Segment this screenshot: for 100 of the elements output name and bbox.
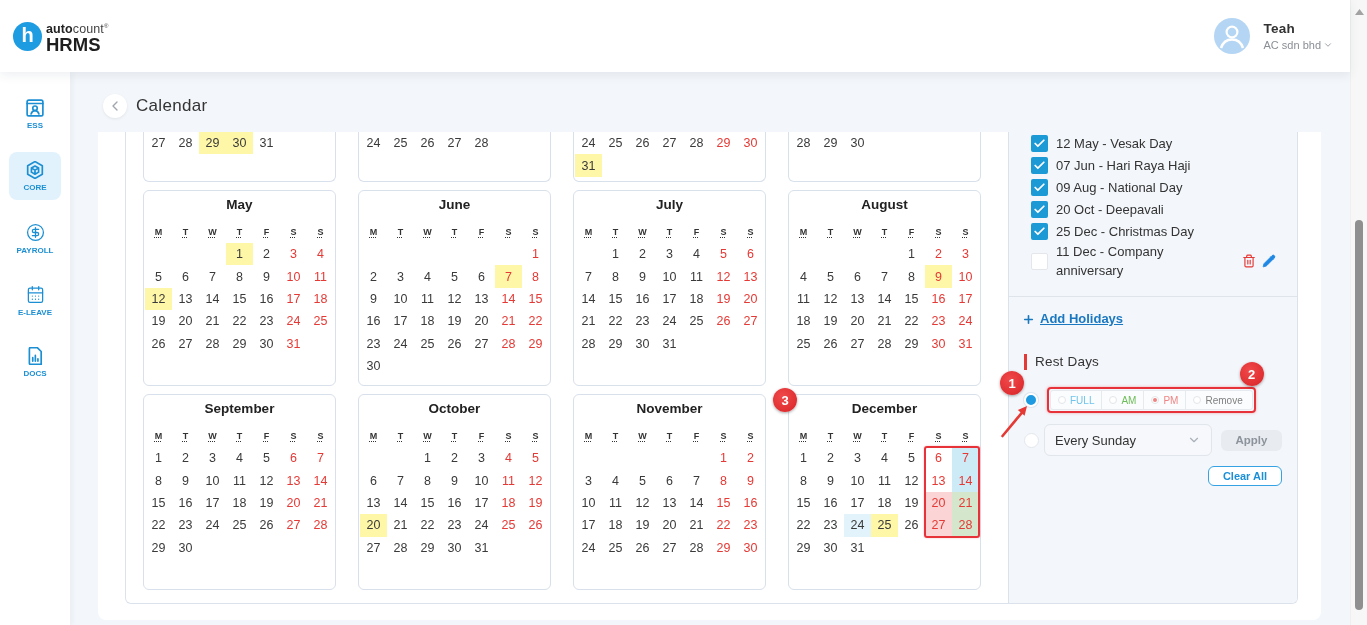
calendar-day[interactable]: 3 <box>952 243 979 266</box>
calendar-day[interactable]: 22 <box>710 514 737 537</box>
calendar-day[interactable]: 28 <box>683 536 710 559</box>
calendar-day[interactable]: 17 <box>468 491 495 515</box>
calendar-day[interactable]: 1 <box>226 243 253 266</box>
calendar-day[interactable]: 31 <box>280 332 307 355</box>
add-holidays-link[interactable]: Add Holidays <box>1022 310 1124 328</box>
calendar-day[interactable]: 16 <box>441 491 468 515</box>
calendar-day[interactable]: 13 <box>844 287 871 311</box>
calendar-day[interactable]: 6 <box>468 265 495 288</box>
calendar-day[interactable]: 18 <box>790 310 817 333</box>
calendar-day[interactable]: 29 <box>710 132 737 155</box>
calendar-day[interactable]: 5 <box>710 243 737 266</box>
calendar-day[interactable]: 10 <box>387 287 414 311</box>
calendar-day[interactable]: 27 <box>441 132 468 155</box>
calendar-day[interactable]: 4 <box>226 447 253 470</box>
calendar-day[interactable]: 17 <box>387 310 414 333</box>
calendar-day[interactable]: 27 <box>737 310 764 333</box>
calendar-day[interactable]: 28 <box>199 332 226 355</box>
calendar-day[interactable]: 25 <box>495 514 522 537</box>
calendar-day[interactable]: 8 <box>414 469 441 492</box>
calendar-day[interactable]: 19 <box>145 310 172 333</box>
calendar-day[interactable]: 22 <box>898 310 925 333</box>
calendar-day[interactable]: 5 <box>817 265 844 288</box>
calendar-day[interactable]: 13 <box>656 491 683 515</box>
calendar-day[interactable]: 1 <box>414 447 441 470</box>
calendar-day[interactable]: 7 <box>307 447 334 470</box>
calendar-day[interactable]: 27 <box>468 332 495 355</box>
calendar-day[interactable]: 12 <box>629 491 656 515</box>
calendar-day[interactable]: 24 <box>280 310 307 333</box>
calendar-day[interactable]: 31 <box>952 332 979 355</box>
calendar-day[interactable]: 2 <box>172 447 199 470</box>
calendar-day[interactable]: 16 <box>925 287 952 311</box>
calendar-day[interactable]: 14 <box>495 287 522 311</box>
calendar-day[interactable]: 11 <box>683 265 710 288</box>
calendar-day[interactable]: 16 <box>172 491 199 515</box>
calendar-day[interactable]: 14 <box>387 491 414 515</box>
calendar-day[interactable]: 21 <box>387 514 414 537</box>
calendar-day[interactable]: 11 <box>790 287 817 311</box>
calendar-day[interactable]: 10 <box>656 265 683 288</box>
clear-all-button[interactable]: Clear All <box>1208 466 1282 486</box>
calendar-day[interactable]: 26 <box>629 132 656 155</box>
calendar-day[interactable]: 15 <box>414 491 441 515</box>
calendar-day[interactable]: 26 <box>145 332 172 355</box>
calendar-day[interactable]: 25 <box>871 514 898 537</box>
calendar-day[interactable]: 21 <box>871 310 898 333</box>
calendar-day[interactable]: 12 <box>253 469 280 492</box>
calendar-day[interactable]: 9 <box>253 265 280 288</box>
calendar-day[interactable]: 26 <box>414 132 441 155</box>
calendar-day[interactable]: 8 <box>710 469 737 492</box>
calendar-day[interactable]: 4 <box>683 243 710 266</box>
calendar-day[interactable]: 26 <box>710 310 737 333</box>
calendar-day[interactable]: 29 <box>602 332 629 355</box>
calendar-day[interactable]: 1 <box>710 447 737 470</box>
calendar-day[interactable]: 30 <box>844 132 871 155</box>
calendar-day[interactable]: 28 <box>387 536 414 559</box>
calendar-day[interactable]: 6 <box>360 469 387 492</box>
calendar-day[interactable]: 11 <box>414 287 441 311</box>
calendar-day[interactable]: 4 <box>790 265 817 288</box>
calendar-day[interactable]: 24 <box>387 332 414 355</box>
calendar-day[interactable]: 25 <box>414 332 441 355</box>
calendar-day[interactable]: 27 <box>172 332 199 355</box>
calendar-day[interactable]: 3 <box>280 243 307 266</box>
calendar-day[interactable]: 30 <box>925 332 952 355</box>
calendar-day[interactable]: 30 <box>629 332 656 355</box>
calendar-day[interactable]: 9 <box>629 265 656 288</box>
calendar-day[interactable]: 31 <box>253 132 280 155</box>
calendar-day[interactable]: 2 <box>817 447 844 470</box>
calendar-day[interactable]: 6 <box>737 243 764 266</box>
calendar-day[interactable]: 1 <box>898 243 925 266</box>
calendar-day[interactable]: 18 <box>683 287 710 311</box>
calendar-day[interactable]: 8 <box>522 265 549 288</box>
calendar-day[interactable]: 29 <box>898 332 925 355</box>
calendar-day[interactable]: 5 <box>898 447 925 470</box>
calendar-day[interactable]: 2 <box>629 243 656 266</box>
calendar-day[interactable]: 9 <box>441 469 468 492</box>
calendar-day[interactable]: 16 <box>360 310 387 333</box>
calendar-day[interactable]: 13 <box>280 469 307 492</box>
calendar-day[interactable]: 13 <box>172 287 199 311</box>
calendar-day[interactable]: 30 <box>441 536 468 559</box>
calendar-day[interactable]: 13 <box>468 287 495 311</box>
calendar-day[interactable]: 27 <box>280 514 307 537</box>
calendar-day[interactable]: 8 <box>790 469 817 492</box>
calendar-day[interactable]: 12 <box>145 287 172 311</box>
calendar-day[interactable]: 14 <box>871 287 898 311</box>
calendar-day[interactable]: 25 <box>683 310 710 333</box>
calendar-day[interactable]: 29 <box>790 536 817 559</box>
checkbox[interactable] <box>1031 200 1048 218</box>
calendar-day[interactable]: 23 <box>817 514 844 537</box>
calendar-day[interactable]: 21 <box>575 310 602 333</box>
calendar-day[interactable]: 26 <box>898 514 925 537</box>
calendar-day[interactable]: 23 <box>441 514 468 537</box>
calendar-day[interactable]: 19 <box>710 287 737 311</box>
calendar-day[interactable]: 8 <box>226 265 253 288</box>
calendar-day[interactable]: 31 <box>844 536 871 559</box>
checkbox[interactable] <box>1031 134 1048 152</box>
calendar-day[interactable]: 15 <box>602 287 629 311</box>
calendar-day[interactable]: 24 <box>952 310 979 333</box>
calendar-day[interactable]: 1 <box>790 447 817 470</box>
calendar-day[interactable]: 20 <box>468 310 495 333</box>
